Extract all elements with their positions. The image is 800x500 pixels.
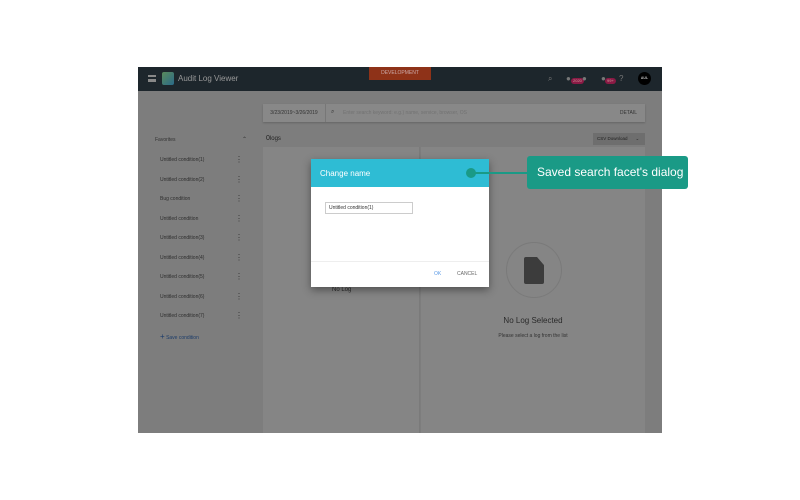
- cancel-button[interactable]: CANCEL: [457, 271, 477, 277]
- log-count: 0logs: [266, 135, 281, 142]
- list-item[interactable]: Untitled condition(4) ⋮: [160, 253, 260, 267]
- chevron-down-icon[interactable]: ⌄: [636, 136, 640, 141]
- more-icon[interactable]: ⋮: [235, 253, 243, 262]
- favorites-heading: Favorites: [155, 137, 176, 143]
- more-icon[interactable]: ⋮: [235, 292, 243, 301]
- empty-state: [506, 242, 562, 298]
- list-item[interactable]: Untitled condition(1) ⋮: [160, 155, 260, 169]
- item-label: Bug condition: [160, 196, 191, 202]
- search-input[interactable]: Enter search keyword: e.g.) name, servic…: [343, 110, 467, 116]
- detail-button[interactable]: DETAIL: [620, 110, 637, 116]
- search-icon: ⌕: [331, 109, 335, 115]
- item-label: Untitled condition(1): [160, 157, 205, 163]
- environment-badge: DEVELOPMENT: [369, 67, 431, 80]
- save-condition-button[interactable]: + Save condition: [160, 332, 199, 341]
- callout-label: Saved search facet's dialog: [527, 156, 688, 189]
- item-label: Untitled condition(5): [160, 274, 205, 280]
- date-range-picker[interactable]: 3/23/2019~3/26/2019: [263, 104, 326, 122]
- menu-icon[interactable]: [148, 75, 156, 82]
- list-item[interactable]: Untitled condition(3) ⋮: [160, 233, 260, 247]
- item-label: Untitled condition(6): [160, 293, 205, 300]
- app-logo: [162, 72, 174, 85]
- item-label: Untitled condition(2): [160, 176, 205, 183]
- list-item[interactable]: Bug condition ⋮: [160, 194, 260, 208]
- list-item[interactable]: Untitled condition(2) ⋮: [160, 175, 260, 189]
- empty-detail-title: No Log Selected: [503, 316, 563, 325]
- search-bar: 3/23/2019~3/26/2019 ⌕ Enter search keywo…: [263, 104, 645, 122]
- ok-button[interactable]: OK: [434, 271, 441, 277]
- more-icon[interactable]: ⋮: [235, 194, 243, 203]
- list-item[interactable]: Untitled condition(6) ⋮: [160, 292, 260, 306]
- save-condition-label: Save condition: [166, 335, 199, 341]
- notification-badge: 99+: [605, 78, 616, 84]
- callout-connector: [474, 172, 528, 174]
- dialog-title: Change name: [311, 159, 489, 187]
- item-label: Untitled condition(3): [160, 235, 205, 241]
- csv-download-button[interactable]: CSV Download ⌄: [593, 133, 645, 145]
- more-icon[interactable]: ⋮: [235, 175, 243, 184]
- more-icon[interactable]: ⋮: [235, 233, 243, 242]
- avatar[interactable]: AUL: [638, 72, 651, 85]
- item-label: Untitled condition: [160, 215, 199, 222]
- item-label: Untitled condition(4): [160, 254, 205, 261]
- comment-icon[interactable]: ●: [582, 74, 587, 83]
- search-icon[interactable]: ⌕: [548, 74, 552, 84]
- help-icon[interactable]: ?: [619, 74, 623, 83]
- top-bar: Audit Log Viewer DEVELOPMENT ⌕ ● 2020 ● …: [138, 67, 662, 91]
- more-icon[interactable]: ⋮: [235, 272, 243, 281]
- empty-detail-hint: Please select a log from the list: [498, 333, 568, 339]
- list-item[interactable]: Untitled condition(5) ⋮: [160, 272, 260, 286]
- sidebar: Favorites ⌃ Untitled condition(1) ⋮ Untit…: [138, 125, 262, 433]
- plus-icon: +: [160, 332, 165, 341]
- item-label: Untitled condition(7): [160, 313, 205, 319]
- more-icon[interactable]: ⋮: [235, 155, 243, 164]
- app-title: Audit Log Viewer: [178, 74, 239, 83]
- name-input[interactable]: [325, 202, 413, 214]
- divider: [311, 261, 489, 262]
- more-icon[interactable]: ⋮: [235, 214, 243, 223]
- list-item[interactable]: Untitled condition(7) ⋮: [160, 311, 260, 325]
- list-item[interactable]: Untitled condition ⋮: [160, 214, 260, 228]
- change-name-dialog: Change name OK CANCEL: [311, 159, 489, 287]
- document-icon: [524, 257, 544, 284]
- chevron-up-icon[interactable]: ⌃: [242, 136, 247, 143]
- more-icon[interactable]: ⋮: [235, 311, 243, 320]
- empty-list-text: No Log: [332, 287, 352, 293]
